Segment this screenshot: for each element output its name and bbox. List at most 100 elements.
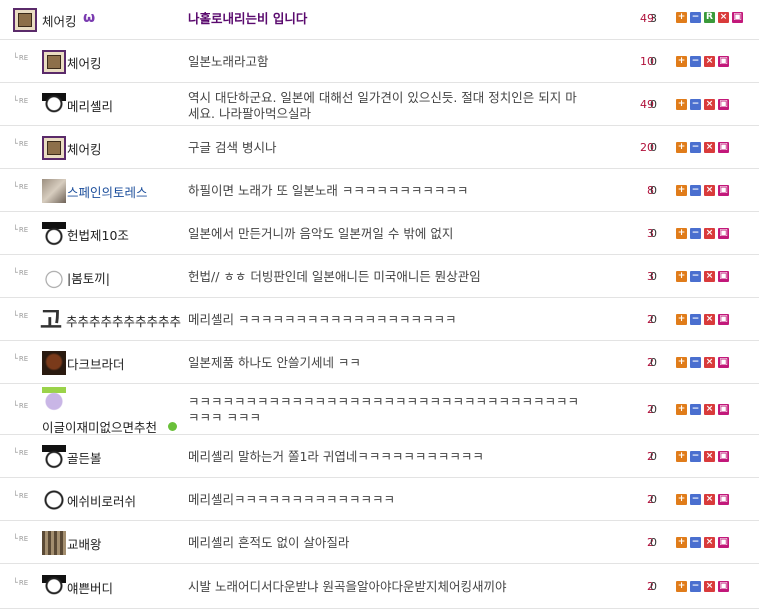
nickname[interactable]: |봄토끼| [67, 268, 110, 287]
delete-button[interactable]: × [704, 99, 715, 110]
minus-button[interactable]: − [690, 451, 701, 462]
add-button[interactable]: + [676, 314, 687, 325]
delete-button[interactable]: × [704, 537, 715, 548]
comment-text[interactable]: 일본제품 하나도 안쓸기세네 ㅋㅋ [188, 355, 361, 371]
lock-icon[interactable]: ▣ [718, 185, 729, 196]
comment-text[interactable]: 헌법// ㅎㅎ 더빙판인데 일본애니든 미국애니든 뭔상관임 [188, 269, 481, 285]
add-button[interactable]: + [676, 537, 687, 548]
minus-button[interactable]: − [690, 271, 701, 282]
lock-icon[interactable]: ▣ [718, 142, 729, 153]
comment-text[interactable]: 일본에서 만든거니까 음악도 일본꺼일 수 밖에 없지 [188, 226, 453, 242]
nickname[interactable]: 체어킹 [67, 139, 102, 158]
minus-button[interactable]: − [690, 537, 701, 548]
delete-button[interactable]: × [704, 228, 715, 239]
recommend-count: 0 [650, 356, 657, 369]
reply-marker-icon: RE [13, 268, 28, 278]
lock-icon[interactable]: ▣ [732, 12, 743, 23]
add-button[interactable]: + [676, 451, 687, 462]
nickname[interactable]: 골든볼 [67, 448, 102, 467]
add-button[interactable]: + [676, 404, 687, 415]
lock-icon[interactable]: ▣ [718, 451, 729, 462]
add-button[interactable]: + [676, 271, 687, 282]
comment-text[interactable]: 역시 대단하군요. 일본에 대해선 일가견이 있으신듯. 절대 정치인은 되지 … [188, 90, 583, 122]
delete-button[interactable]: × [704, 314, 715, 325]
nickname[interactable]: 체어킹 [67, 53, 102, 72]
comment-text[interactable]: 시발 노래어디서다운받냐 원곡을알아야다운받지체어킹새끼야 [188, 579, 506, 595]
lock-icon[interactable]: ▣ [718, 581, 729, 592]
lock-icon[interactable]: ▣ [718, 357, 729, 368]
add-button[interactable]: + [676, 228, 687, 239]
action-buttons: + − × ▣ [676, 185, 729, 196]
comment-text[interactable]: 메리셸리 ㅋㅋㅋㅋㅋㅋㅋㅋㅋㅋㅋㅋㅋㅋㅋㅋㅋㅋㅋ [188, 312, 456, 328]
lock-icon[interactable]: ▣ [718, 314, 729, 325]
nickname[interactable]: 메리셸리 [67, 96, 113, 115]
minus-button[interactable]: − [690, 142, 701, 153]
add-button[interactable]: + [676, 494, 687, 505]
reply-row: RE골든볼메리셸리 말하는거 쫄1라 귀엽네ㅋㅋㅋㅋㅋㅋㅋㅋㅋㅋㅋ20+−×▣ [0, 435, 759, 478]
add-button[interactable]: + [676, 581, 687, 592]
lock-icon[interactable]: ▣ [718, 271, 729, 282]
avatar [42, 265, 66, 289]
action-buttons: + − × ▣ [676, 56, 729, 67]
delete-button[interactable]: × [704, 357, 715, 368]
delete-button[interactable]: × [704, 185, 715, 196]
add-button[interactable]: + [676, 99, 687, 110]
minus-button[interactable]: − [690, 185, 701, 196]
minus-button[interactable]: − [690, 228, 701, 239]
nickname[interactable]: 체어킹 [42, 11, 77, 30]
nickname[interactable]: 스페인의토레스 [67, 182, 148, 201]
minus-button[interactable]: − [690, 494, 701, 505]
minus-button[interactable]: − [690, 12, 701, 23]
comment-text[interactable]: ㅋㅋㅋㅋㅋㅋㅋㅋㅋㅋㅋㅋㅋㅋㅋㅋㅋㅋㅋㅋㅋㅋㅋㅋㅋㅋㅋㅋㅋㅋㅋㅋㅋㅋㅋㅋㅋ ㅋㅋ… [188, 394, 588, 426]
nickname[interactable]: 얘쁜버디 [67, 578, 113, 597]
delete-button[interactable]: × [704, 451, 715, 462]
lock-icon[interactable]: ▣ [718, 494, 729, 505]
delete-button[interactable]: × [718, 12, 729, 23]
post-title[interactable]: 나홀로내리는비 입니다 [188, 11, 307, 27]
reply-button[interactable]: R [704, 12, 715, 23]
add-button[interactable]: + [676, 56, 687, 67]
lock-icon[interactable]: ▣ [718, 404, 729, 415]
nickname[interactable]: 에쉬비로러쉬 [67, 491, 136, 510]
minus-button[interactable]: − [690, 581, 701, 592]
delete-button[interactable]: × [704, 404, 715, 415]
lock-icon[interactable]: ▣ [718, 56, 729, 67]
delete-button[interactable]: × [704, 271, 715, 282]
comment-text[interactable]: 메리셸리 말하는거 쫄1라 귀엽네ㅋㅋㅋㅋㅋㅋㅋㅋㅋㅋㅋ [188, 449, 484, 465]
nickname[interactable]: 추추추추추추추추추추 [66, 311, 181, 330]
nickname[interactable]: 이글이재미없으면추천 [42, 417, 157, 436]
delete-button[interactable]: × [704, 581, 715, 592]
comment-text[interactable]: 메리셸리 흔적도 없이 살아질라 [188, 535, 349, 551]
avatar [42, 179, 66, 203]
add-button[interactable]: + [676, 142, 687, 153]
lock-icon[interactable]: ▣ [718, 228, 729, 239]
delete-button[interactable]: × [704, 56, 715, 67]
delete-button[interactable]: × [704, 142, 715, 153]
action-buttons: + − × ▣ [676, 271, 729, 282]
minus-button[interactable]: − [690, 404, 701, 415]
avatar [42, 575, 66, 599]
nickname[interactable]: 교배왕 [67, 534, 102, 553]
add-button[interactable]: + [676, 185, 687, 196]
avatar-glyph: 고 [40, 306, 63, 334]
minus-button[interactable]: − [690, 314, 701, 325]
comment-list: 체어킹 ω 나홀로내리는비 입니다 49 3 + − R × ▣ RE체어킹일본… [0, 0, 759, 609]
comment-text[interactable]: 하필이면 노래가 또 일본노래 ㅋㅋㅋㅋㅋㅋㅋㅋㅋㅋㅋ [188, 183, 468, 199]
lock-icon[interactable]: ▣ [718, 99, 729, 110]
recommend-count: 0 [650, 270, 657, 283]
minus-button[interactable]: − [690, 56, 701, 67]
comment-text[interactable]: 메리셸리ㅋㅋㅋㅋㅋㅋㅋㅋㅋㅋㅋㅋㅋㅋ [188, 492, 395, 508]
lock-icon[interactable]: ▣ [718, 537, 729, 548]
add-button[interactable]: + [676, 357, 687, 368]
action-buttons: + − × ▣ [676, 494, 729, 505]
minus-button[interactable]: − [690, 99, 701, 110]
add-button[interactable]: + [676, 12, 687, 23]
action-buttons: + − × ▣ [676, 142, 729, 153]
delete-button[interactable]: × [704, 494, 715, 505]
nickname[interactable]: 헌법제10조 [67, 225, 129, 244]
minus-button[interactable]: − [690, 357, 701, 368]
comment-text[interactable]: 구글 검색 병시나 [188, 140, 276, 156]
comment-text[interactable]: 일본노래라고함 [188, 54, 269, 70]
recommend-count: 0 [650, 141, 657, 154]
nickname[interactable]: 다크브라더 [67, 354, 125, 373]
